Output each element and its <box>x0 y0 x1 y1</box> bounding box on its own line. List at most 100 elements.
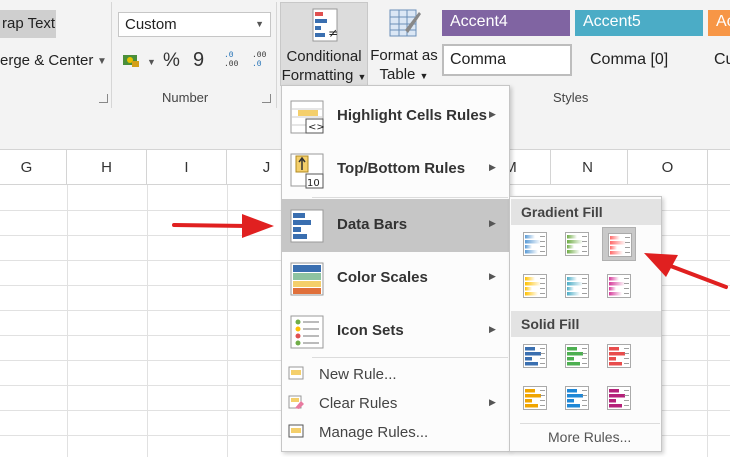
decrease-decimal-button[interactable]: .00 .0 <box>252 51 270 73</box>
number-format-dropdown[interactable]: Custom ▼ <box>118 12 271 37</box>
chevron-right-icon: ▶ <box>489 162 496 172</box>
data-bar <box>609 347 619 351</box>
data-bar <box>525 240 541 244</box>
data-bar <box>567 357 574 361</box>
data-bar <box>609 394 625 398</box>
accounting-format-icon[interactable] <box>122 53 140 68</box>
solid-fill-swatch[interactable] <box>602 381 636 415</box>
style-comma0[interactable]: Comma [0] <box>582 48 702 74</box>
percent-style-button[interactable]: % <box>163 50 180 72</box>
ribbon-separator <box>111 2 112 108</box>
chevron-right-icon: ▶ <box>489 324 496 334</box>
menu-item-icon-sets[interactable]: Icon Sets ▶ <box>282 305 509 358</box>
format-as-table-label-2-text: Table <box>379 66 416 83</box>
data-bar <box>609 362 622 366</box>
style-comma[interactable]: Comma <box>442 44 572 76</box>
data-bar <box>525 347 535 351</box>
data-bar-icon <box>607 344 631 368</box>
data-bar <box>525 357 532 361</box>
menu-item-top-bottom-rules[interactable]: 10 Top/Bottom Rules ▶ <box>282 143 509 196</box>
number-dialog-launcher-icon[interactable] <box>262 94 271 103</box>
format-as-table-button[interactable]: Format as Table ▼ <box>369 2 439 86</box>
data-bar <box>567 399 574 403</box>
menu-item-label: Icon Sets <box>337 322 404 339</box>
data-bar <box>525 362 538 366</box>
conditional-formatting-label-1: Conditional <box>286 48 362 65</box>
comma-style-button[interactable]: 9 <box>193 49 204 72</box>
gradient-fill-swatch[interactable] <box>560 269 594 303</box>
column-header-h[interactable]: H <box>67 150 147 185</box>
style-accent4[interactable]: Accent4 <box>442 10 570 36</box>
solid-fill-swatch[interactable] <box>560 381 594 415</box>
data-bar <box>609 357 616 361</box>
data-bar <box>525 404 538 408</box>
solid-fill-swatch[interactable] <box>560 339 594 373</box>
accounting-format-dropdown-icon[interactable]: ▼ <box>147 57 156 67</box>
menu-item-highlight-cells-rules[interactable]: <> Highlight Cells Rules ▶ <box>282 90 509 143</box>
data-bar <box>525 389 535 393</box>
svg-text:10: 10 <box>307 178 320 189</box>
data-bar <box>567 292 580 296</box>
menu-item-data-bars[interactable]: Data Bars ▶ <box>282 199 509 252</box>
gradient-fill-swatch[interactable] <box>518 269 552 303</box>
solid-fill-header: Solid Fill <box>511 311 661 337</box>
menu-item-label: Manage Rules... <box>319 424 429 441</box>
conditional-formatting-label-2-text: Formatting <box>281 67 354 84</box>
merge-center-button[interactable]: erge & Center <box>0 52 93 69</box>
chevron-down-icon: ▼ <box>419 71 429 81</box>
style-accent6[interactable]: Ac <box>708 10 730 36</box>
gradient-fill-swatch[interactable] <box>602 227 636 261</box>
solid-fill-swatch[interactable] <box>518 381 552 415</box>
column-header-g[interactable]: G <box>0 150 67 185</box>
data-bar <box>610 241 626 245</box>
number-group-label: Number <box>162 90 209 105</box>
format-as-table-label-1: Format as <box>370 47 438 64</box>
data-bar <box>567 245 574 249</box>
color-scales-icon <box>290 262 324 296</box>
menu-item-new-rule[interactable]: New Rule... <box>282 360 509 388</box>
ribbon-separator <box>276 2 277 108</box>
wrap-text-button[interactable]: rap Text <box>0 10 56 38</box>
top-bottom-rules-icon: 10 <box>290 153 324 189</box>
style-currency[interactable]: Cu <box>714 48 730 74</box>
increase-decimal-bottom: .00 <box>224 60 239 69</box>
menu-divider <box>520 423 660 424</box>
styles-group-label: Styles <box>553 90 589 105</box>
column-header-i[interactable]: I <box>147 150 227 185</box>
increase-decimal-button[interactable]: .0 .00 <box>224 51 242 73</box>
data-bar <box>567 394 583 398</box>
data-bar <box>610 251 623 255</box>
solid-fill-swatch[interactable] <box>602 339 636 373</box>
column-header-n[interactable]: N <box>548 150 628 185</box>
conditional-formatting-button[interactable]: ≠ Conditional Formatting ▼ <box>280 2 368 86</box>
menu-divider <box>312 197 508 198</box>
new-rule-icon <box>288 366 304 380</box>
grid-line <box>147 185 148 457</box>
data-bar <box>525 277 535 281</box>
alignment-dialog-launcher-icon[interactable] <box>99 94 108 103</box>
data-bar-icon <box>565 274 589 298</box>
merge-center-dropdown-icon[interactable]: ▼ <box>97 56 107 67</box>
gradient-fill-swatch[interactable] <box>560 227 594 261</box>
more-rules-link[interactable]: More Rules... <box>548 429 631 445</box>
data-bar-icon <box>607 274 631 298</box>
column-header-o[interactable]: O <box>628 150 708 185</box>
menu-item-clear-rules[interactable]: Clear Rules ▶ <box>282 389 509 417</box>
data-bar <box>609 352 625 356</box>
data-bar <box>525 250 538 254</box>
menu-item-label: Data Bars <box>337 216 408 233</box>
data-bar-icon <box>523 344 547 368</box>
data-bar <box>609 287 616 291</box>
gradient-fill-swatch[interactable] <box>602 269 636 303</box>
annotation-arrow-left <box>172 214 274 238</box>
gradient-fill-swatch[interactable] <box>518 227 552 261</box>
style-accent5[interactable]: Accent5 <box>575 10 703 36</box>
menu-item-color-scales[interactable]: Color Scales ▶ <box>282 252 509 305</box>
data-bar <box>525 394 541 398</box>
menu-item-manage-rules[interactable]: Manage Rules... <box>282 418 509 446</box>
format-as-table-label-2: Table ▼ <box>369 65 439 86</box>
data-bar <box>525 399 532 403</box>
chevron-right-icon: ▶ <box>489 218 496 228</box>
data-bar-icon <box>565 344 589 368</box>
solid-fill-swatch[interactable] <box>518 339 552 373</box>
